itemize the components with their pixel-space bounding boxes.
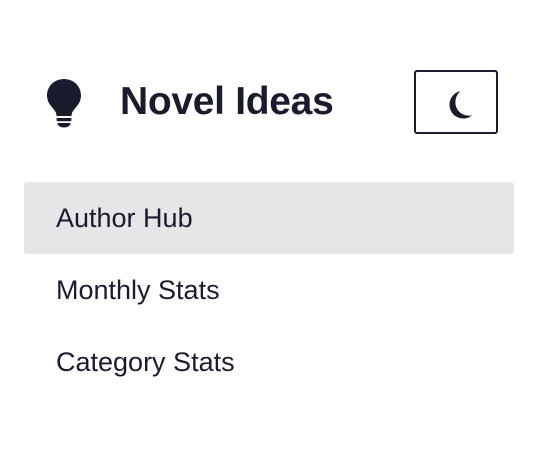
lightbulb-icon — [47, 79, 81, 128]
sidebar-item-label: Category Stats — [56, 347, 235, 377]
sidebar: Novel Ideas Author Hub Monthly Stats Cat… — [0, 0, 542, 454]
sidebar-item-category-stats[interactable]: Category Stats — [24, 326, 514, 398]
sidebar-header: Novel Ideas — [46, 70, 498, 134]
theme-toggle-button[interactable] — [414, 70, 498, 134]
sidebar-nav: Author Hub Monthly Stats Category Stats — [24, 182, 514, 398]
sidebar-item-author-hub[interactable]: Author Hub — [24, 182, 514, 254]
sidebar-item-monthly-stats[interactable]: Monthly Stats — [24, 254, 514, 326]
sidebar-item-label: Author Hub — [56, 203, 193, 233]
moon-icon — [449, 91, 472, 119]
sidebar-item-label: Monthly Stats — [56, 275, 220, 305]
app-title: Novel Ideas — [120, 80, 334, 123]
